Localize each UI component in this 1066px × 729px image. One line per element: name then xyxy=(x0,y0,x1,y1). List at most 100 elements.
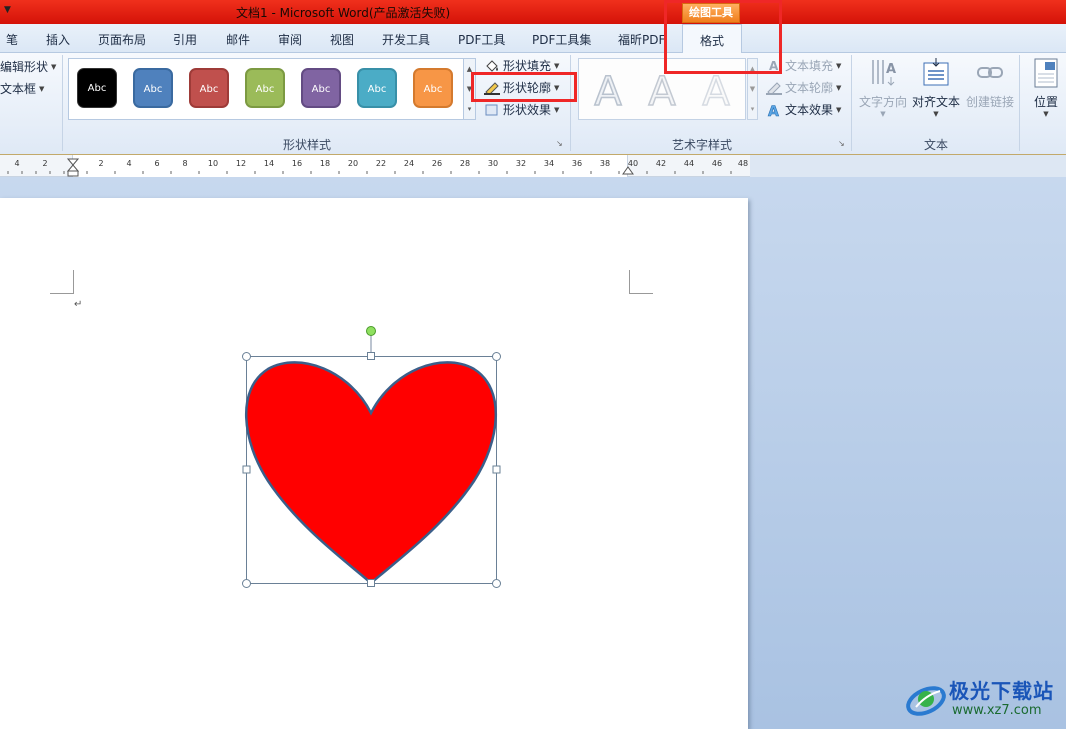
resize-handle-top-right[interactable] xyxy=(492,352,501,361)
shape-style-orange[interactable]: Abc xyxy=(413,68,453,108)
tab-pen[interactable]: 笔 xyxy=(6,31,18,48)
resize-handle-bottom-left[interactable] xyxy=(242,579,251,588)
shape-outline-button[interactable]: 形状轮廓 ▼ xyxy=(484,79,559,96)
gallery-down-icon[interactable]: ▼ xyxy=(464,79,475,99)
chevron-down-icon: ▼ xyxy=(836,83,842,92)
tab-foxit-pdf[interactable]: 福昕PDF xyxy=(618,31,665,48)
shape-style-green[interactable]: Abc xyxy=(245,68,285,108)
shape-effects-icon xyxy=(485,104,498,115)
align-text-button[interactable]: 对齐文本 ▼ xyxy=(910,57,962,118)
dialog-launcher-icon[interactable]: ↘ xyxy=(556,139,563,148)
document-page[interactable]: ↵ xyxy=(0,198,748,729)
ruler-label: 38 xyxy=(599,159,611,168)
chevron-down-icon: ▼ xyxy=(880,110,886,118)
wordart-style-2[interactable]: A xyxy=(637,63,687,117)
quick-access-dropdown-icon[interactable]: ▼ xyxy=(4,5,11,15)
gallery-more-icon[interactable]: ▾ xyxy=(464,99,475,119)
resize-handle-top-left[interactable] xyxy=(242,352,251,361)
watermark-url: www.xz7.com xyxy=(952,703,1042,718)
ruler-label: 4 xyxy=(126,159,132,168)
ruler-label: 26 xyxy=(431,159,443,168)
position-label: 位置 xyxy=(1033,95,1058,109)
heart-fill[interactable] xyxy=(245,361,497,585)
shape-styles-gallery: Abc Abc Abc Abc Abc Abc Abc xyxy=(68,58,464,120)
ruler-label: 46 xyxy=(711,159,723,168)
position-icon xyxy=(1034,58,1058,88)
ruler-label: 12 xyxy=(235,159,247,168)
tab-insert[interactable]: 插入 xyxy=(46,31,70,48)
heart-shape[interactable] xyxy=(238,321,508,591)
text-box-label: 文本框 xyxy=(0,82,37,96)
horizontal-ruler[interactable]: 4 2 2 4 6 8 10 12 14 16 18 20 22 24 26 2… xyxy=(0,155,750,177)
paragraph-mark: ↵ xyxy=(74,299,83,310)
gallery-up-icon[interactable]: ▲ xyxy=(464,59,475,79)
group-separator xyxy=(570,55,571,151)
svg-text:A: A xyxy=(886,62,896,77)
text-fill-icon: A xyxy=(767,59,781,73)
group-separator xyxy=(62,55,63,151)
ruler-label: 2 xyxy=(98,159,104,168)
indent-marker-icon[interactable] xyxy=(67,158,79,177)
gallery-more-icon[interactable]: ▾ xyxy=(748,99,757,119)
tab-references[interactable]: 引用 xyxy=(173,31,197,48)
wordart-gallery-scrollbar[interactable]: ▲ ▼ ▾ xyxy=(747,58,758,120)
group-separator xyxy=(1019,55,1020,151)
shape-fill-button[interactable]: 形状填充 ▼ xyxy=(484,57,559,74)
tab-pdf-toolset[interactable]: PDF工具集 xyxy=(532,31,591,48)
shape-style-aqua[interactable]: Abc xyxy=(357,68,397,108)
ruler-label: 42 xyxy=(655,159,667,168)
shape-outline-label: 形状轮廓 xyxy=(503,81,552,95)
shape-effects-button[interactable]: 形状效果 ▼ xyxy=(484,101,559,118)
resize-handle-bottom-right[interactable] xyxy=(492,579,501,588)
margin-corner-mark xyxy=(629,270,653,294)
gallery-down-icon[interactable]: ▼ xyxy=(748,79,757,99)
svg-text:A: A xyxy=(768,104,779,117)
edit-shape-button[interactable]: 编辑形状 ▼ xyxy=(0,58,56,75)
wordart-style-3[interactable]: A xyxy=(691,63,741,117)
watermark: 极光下载站 www.xz7.com xyxy=(904,673,1064,727)
gallery-scrollbar[interactable]: ▲ ▼ ▾ xyxy=(463,58,476,120)
text-outline-button[interactable]: 文本轮廓 ▼ xyxy=(766,79,841,96)
shape-style-red[interactable]: Abc xyxy=(189,68,229,108)
tab-view[interactable]: 视图 xyxy=(330,31,354,48)
chevron-down-icon: ▼ xyxy=(39,84,45,93)
shape-style-purple[interactable]: Abc xyxy=(301,68,341,108)
link-icon xyxy=(977,67,1003,78)
chevron-down-icon: ▼ xyxy=(1043,110,1049,118)
chevron-down-icon: ▼ xyxy=(554,61,560,70)
resize-handle-bottom[interactable] xyxy=(367,579,375,587)
text-effects-button[interactable]: A 文本效果 ▼ xyxy=(766,101,842,118)
rotation-handle[interactable] xyxy=(366,326,376,336)
shape-style-blue[interactable]: Abc xyxy=(133,68,173,108)
right-indent-marker-icon[interactable] xyxy=(622,165,634,175)
tab-review[interactable]: 审阅 xyxy=(278,31,302,48)
text-direction-button[interactable]: A 文字方向 ▼ xyxy=(857,57,909,118)
resize-handle-left[interactable] xyxy=(242,465,251,474)
ruler-label: 2 xyxy=(42,159,48,168)
shape-style-black[interactable]: Abc xyxy=(77,68,117,108)
gallery-up-icon[interactable]: ▲ xyxy=(748,59,757,79)
tab-developer[interactable]: 开发工具 xyxy=(382,31,430,48)
tab-page-layout[interactable]: 页面布局 xyxy=(98,31,146,48)
ruler-label: 24 xyxy=(403,159,415,168)
resize-handle-top[interactable] xyxy=(367,352,375,360)
tab-pdf-tools[interactable]: PDF工具 xyxy=(458,31,505,48)
ruler-label: 44 xyxy=(683,159,695,168)
group-separator xyxy=(851,55,852,151)
wordart-style-1[interactable]: A xyxy=(583,63,633,117)
resize-handle-right[interactable] xyxy=(492,465,501,474)
text-fill-button[interactable]: A 文本填充 ▼ xyxy=(766,57,841,74)
text-group-label: 文本 xyxy=(924,138,949,152)
text-direction-label: 文字方向 xyxy=(858,95,907,109)
ruler-label: 28 xyxy=(459,159,471,168)
window-title: 文档1 - Microsoft Word(产品激活失败) xyxy=(236,6,451,20)
position-button[interactable]: 位置 ▼ xyxy=(1026,57,1066,118)
ruler-label: 36 xyxy=(571,159,583,168)
document-workspace: ↵ xyxy=(0,177,1066,729)
tab-mailings[interactable]: 邮件 xyxy=(226,31,250,48)
dialog-launcher-icon[interactable]: ↘ xyxy=(838,139,845,148)
ruler-label: 20 xyxy=(347,159,359,168)
text-box-button[interactable]: 文本框 ▼ xyxy=(0,80,44,97)
tab-format[interactable]: 格式 xyxy=(682,24,743,54)
create-link-button[interactable]: 创建链接 xyxy=(964,57,1016,110)
